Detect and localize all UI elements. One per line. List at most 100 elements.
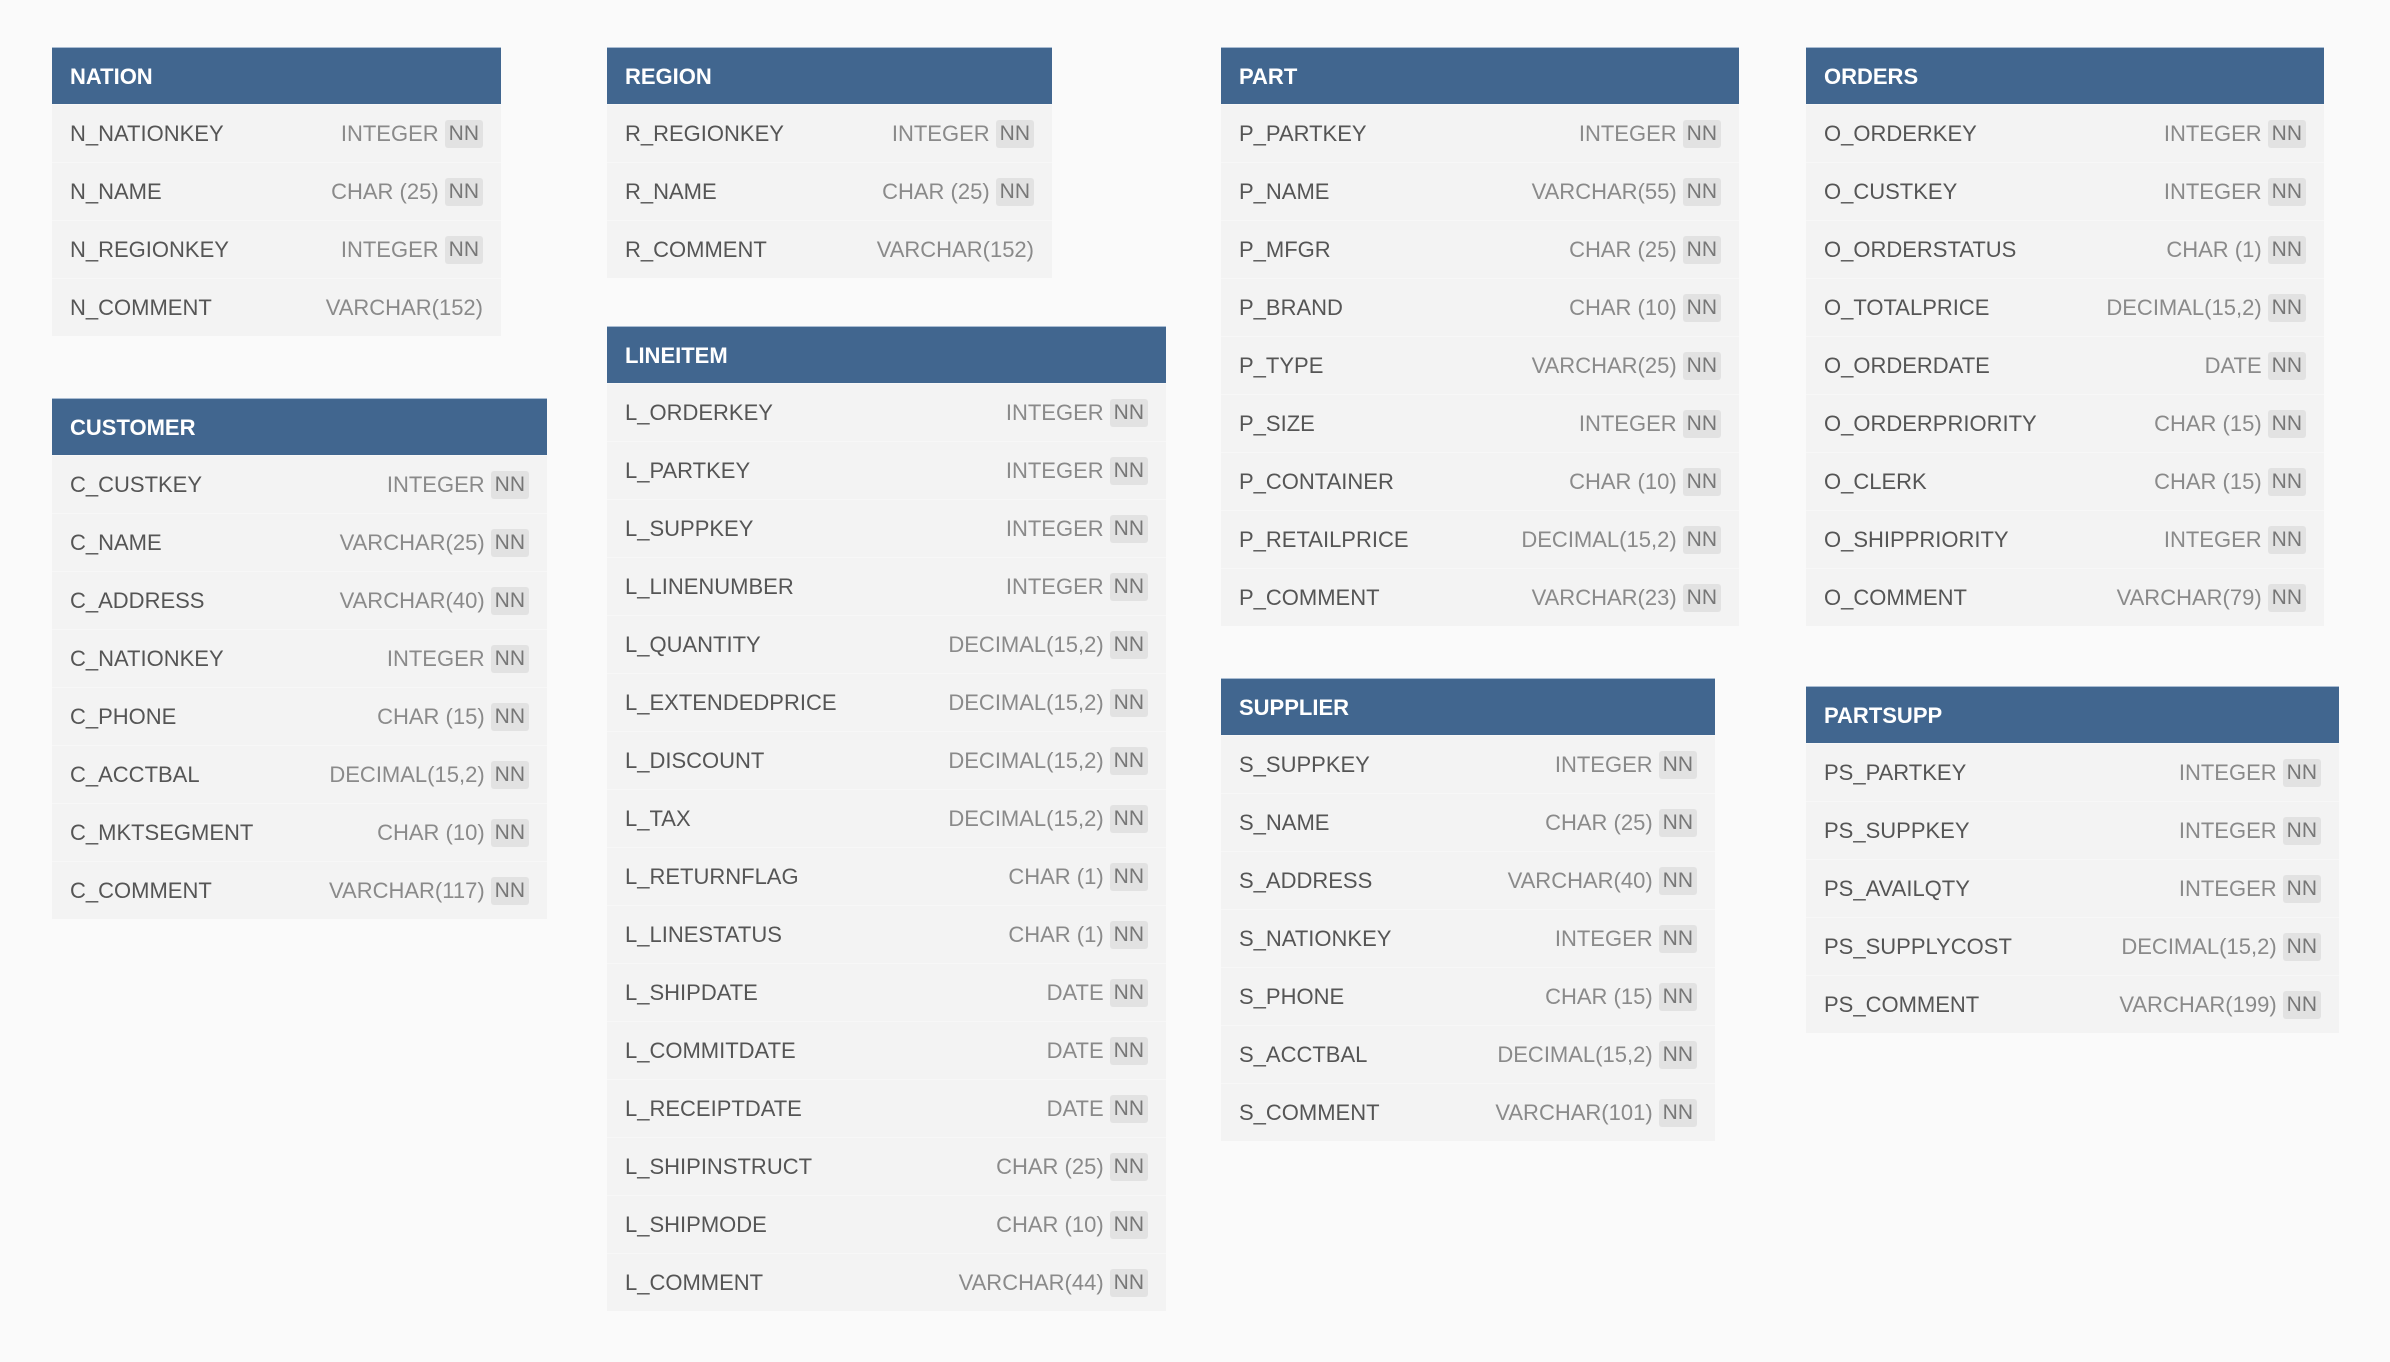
column-row[interactable]: L_SHIPMODE CHAR (10) NN bbox=[607, 1195, 1166, 1253]
column-row[interactable]: PS_COMMENT VARCHAR(199) NN bbox=[1806, 975, 2339, 1033]
column-row[interactable]: L_RETURNFLAG CHAR (1) NN bbox=[607, 847, 1166, 905]
column-row[interactable]: C_ADDRESS VARCHAR(40) NN bbox=[52, 571, 547, 629]
column-type: DECIMAL(15,2) bbox=[1521, 526, 1677, 552]
column-row[interactable]: PS_PARTKEY INTEGER NN bbox=[1806, 743, 2339, 801]
column-row[interactable]: L_SHIPDATE DATE NN bbox=[607, 963, 1166, 1021]
table-part[interactable]: PART P_PARTKEY INTEGER NN P_NAME VARCHAR(55) N… bbox=[1221, 47, 1739, 626]
column-row[interactable]: S_NATIONKEY INTEGER NN bbox=[1221, 909, 1715, 967]
column-row[interactable]: N_NATIONKEY INTEGER NN bbox=[52, 104, 501, 162]
column-row[interactable]: P_SIZE INTEGER NN bbox=[1221, 394, 1739, 452]
column-type: DECIMAL(15,2) bbox=[1497, 1041, 1653, 1067]
column-row[interactable]: O_ORDERDATE DATE NN bbox=[1806, 336, 2324, 394]
column-type: INTEGER bbox=[340, 120, 439, 146]
column-name: L_RECEIPTDATE bbox=[625, 1095, 802, 1121]
not-null-badge: NN bbox=[1109, 398, 1148, 427]
column-row[interactable]: O_ORDERPRIORITY CHAR (15) NN bbox=[1806, 394, 2324, 452]
column-row[interactable]: S_NAME CHAR (25) NN bbox=[1221, 793, 1715, 851]
column-row[interactable]: N_NAME CHAR (25) NN bbox=[52, 162, 501, 220]
column-row[interactable]: L_EXTENDEDPRICE DECIMAL(15,2) NN bbox=[607, 673, 1166, 731]
column-type: CHAR (1) bbox=[1008, 921, 1104, 947]
table-customer[interactable]: CUSTOMER C_CUSTKEY INTEGER NN C_NAME VARCHAR(… bbox=[52, 398, 547, 919]
column-row[interactable]: R_NAME CHAR (25) NN bbox=[607, 162, 1052, 220]
column-row[interactable]: L_COMMITDATE DATE NN bbox=[607, 1021, 1166, 1079]
column-row[interactable]: C_NAME VARCHAR(25) NN bbox=[52, 513, 547, 571]
column-type: INTEGER bbox=[1005, 399, 1104, 425]
table-region[interactable]: REGION R_REGIONKEY INTEGER NN R_NAME CHAR (25… bbox=[607, 47, 1052, 278]
column-row[interactable]: C_COMMENT VARCHAR(117) NN bbox=[52, 861, 547, 919]
column-row[interactable]: L_COMMENT VARCHAR(44) NN bbox=[607, 1253, 1166, 1311]
column-row[interactable]: L_SUPPKEY INTEGER NN bbox=[607, 499, 1166, 557]
column-row[interactable]: O_COMMENT VARCHAR(79) NN bbox=[1806, 568, 2324, 626]
not-null-badge: NN bbox=[490, 528, 529, 557]
column-row[interactable]: P_NAME VARCHAR(55) NN bbox=[1221, 162, 1739, 220]
column-row[interactable]: S_ACCTBAL DECIMAL(15,2) NN bbox=[1221, 1025, 1715, 1083]
column-row[interactable]: C_PHONE CHAR (15) NN bbox=[52, 687, 547, 745]
column-name: PS_SUPPKEY bbox=[1824, 817, 1970, 843]
column-row[interactable]: P_MFGR CHAR (25) NN bbox=[1221, 220, 1739, 278]
column-name: O_CUSTKEY bbox=[1824, 178, 1958, 204]
column-name: C_MKTSEGMENT bbox=[70, 819, 254, 845]
column-row[interactable]: PS_SUPPKEY INTEGER NN bbox=[1806, 801, 2339, 859]
not-null-badge: NN bbox=[2282, 758, 2321, 787]
column-name: PS_PARTKEY bbox=[1824, 759, 1967, 785]
table-partsupp[interactable]: PARTSUPP PS_PARTKEY INTEGER NN PS_SUPPKEY INT… bbox=[1806, 686, 2339, 1033]
column-row[interactable]: L_SHIPINSTRUCT CHAR (25) NN bbox=[607, 1137, 1166, 1195]
column-row[interactable]: P_BRAND CHAR (10) NN bbox=[1221, 278, 1739, 336]
column-type: DATE bbox=[1046, 979, 1104, 1005]
column-type: DECIMAL(15,2) bbox=[948, 689, 1104, 715]
not-null-badge: NN bbox=[1109, 1268, 1148, 1297]
column-row[interactable]: C_NATIONKEY INTEGER NN bbox=[52, 629, 547, 687]
column-row[interactable]: P_TYPE VARCHAR(25) NN bbox=[1221, 336, 1739, 394]
column-row[interactable]: S_COMMENT VARCHAR(101) NN bbox=[1221, 1083, 1715, 1141]
column-row[interactable]: L_LINESTATUS CHAR (1) NN bbox=[607, 905, 1166, 963]
column-row[interactable]: O_ORDERKEY INTEGER NN bbox=[1806, 104, 2324, 162]
column-type: CHAR (15) bbox=[377, 703, 485, 729]
column-type: VARCHAR(117) bbox=[328, 877, 485, 903]
column-row[interactable]: P_RETAILPRICE DECIMAL(15,2) NN bbox=[1221, 510, 1739, 568]
column-row[interactable]: S_PHONE CHAR (15) NN bbox=[1221, 967, 1715, 1025]
column-row[interactable]: O_ORDERSTATUS CHAR (1) NN bbox=[1806, 220, 2324, 278]
column-row[interactable]: R_REGIONKEY INTEGER NN bbox=[607, 104, 1052, 162]
column-type: DECIMAL(15,2) bbox=[2121, 933, 2277, 959]
column-row[interactable]: PS_AVAILQTY INTEGER NN bbox=[1806, 859, 2339, 917]
column-row[interactable]: P_CONTAINER CHAR (10) NN bbox=[1221, 452, 1739, 510]
not-null-badge: NN bbox=[2267, 235, 2306, 264]
column-row[interactable]: N_REGIONKEY INTEGER NN bbox=[52, 220, 501, 278]
column-name: P_PARTKEY bbox=[1239, 120, 1367, 146]
column-name: P_RETAILPRICE bbox=[1239, 526, 1409, 552]
column-row[interactable]: C_ACCTBAL DECIMAL(15,2) NN bbox=[52, 745, 547, 803]
column-type: DECIMAL(15,2) bbox=[329, 761, 485, 787]
column-row[interactable]: L_LINENUMBER INTEGER NN bbox=[607, 557, 1166, 615]
column-row[interactable]: L_RECEIPTDATE DATE NN bbox=[607, 1079, 1166, 1137]
column-row[interactable]: C_MKTSEGMENT CHAR (10) NN bbox=[52, 803, 547, 861]
column-row[interactable]: O_CUSTKEY INTEGER NN bbox=[1806, 162, 2324, 220]
table-supplier[interactable]: SUPPLIER S_SUPPKEY INTEGER NN S_NAME CHAR (25… bbox=[1221, 678, 1715, 1141]
column-row[interactable]: PS_SUPPLYCOST DECIMAL(15,2) NN bbox=[1806, 917, 2339, 975]
column-name: C_NAME bbox=[70, 529, 162, 555]
column-type: CHAR (10) bbox=[1569, 294, 1677, 320]
column-row[interactable]: L_TAX DECIMAL(15,2) NN bbox=[607, 789, 1166, 847]
column-name: L_EXTENDEDPRICE bbox=[625, 689, 837, 715]
column-row[interactable]: C_CUSTKEY INTEGER NN bbox=[52, 455, 547, 513]
column-row[interactable]: O_CLERK CHAR (15) NN bbox=[1806, 452, 2324, 510]
column-row[interactable]: O_SHIPPRIORITY INTEGER NN bbox=[1806, 510, 2324, 568]
column-row[interactable]: P_COMMENT VARCHAR(23) NN bbox=[1221, 568, 1739, 626]
column-row[interactable]: L_QUANTITY DECIMAL(15,2) NN bbox=[607, 615, 1166, 673]
column-type: CHAR (15) bbox=[2154, 468, 2262, 494]
column-row[interactable]: P_PARTKEY INTEGER NN bbox=[1221, 104, 1739, 162]
column-row[interactable]: O_TOTALPRICE DECIMAL(15,2) NN bbox=[1806, 278, 2324, 336]
table-orders[interactable]: ORDERS O_ORDERKEY INTEGER NN O_CUSTKEY INTEGE… bbox=[1806, 47, 2324, 626]
not-null-badge: NN bbox=[1682, 177, 1721, 206]
column-row[interactable]: L_ORDERKEY INTEGER NN bbox=[607, 383, 1166, 441]
not-null-badge: NN bbox=[1658, 750, 1697, 779]
column-row[interactable]: L_DISCOUNT DECIMAL(15,2) NN bbox=[607, 731, 1166, 789]
column-name: O_CLERK bbox=[1824, 468, 1927, 494]
column-row[interactable]: L_PARTKEY INTEGER NN bbox=[607, 441, 1166, 499]
column-row[interactable]: S_ADDRESS VARCHAR(40) NN bbox=[1221, 851, 1715, 909]
table-nation[interactable]: NATION N_NATIONKEY INTEGER NN N_NAME CHAR (25… bbox=[52, 47, 501, 336]
column-row[interactable]: R_COMMENT VARCHAR(152) bbox=[607, 220, 1052, 278]
column-row[interactable]: S_SUPPKEY INTEGER NN bbox=[1221, 735, 1715, 793]
column-type: INTEGER bbox=[386, 471, 485, 497]
table-lineitem[interactable]: LINEITEM L_ORDERKEY INTEGER NN L_PARTKEY INTE… bbox=[607, 326, 1166, 1311]
column-row[interactable]: N_COMMENT VARCHAR(152) bbox=[52, 278, 501, 336]
